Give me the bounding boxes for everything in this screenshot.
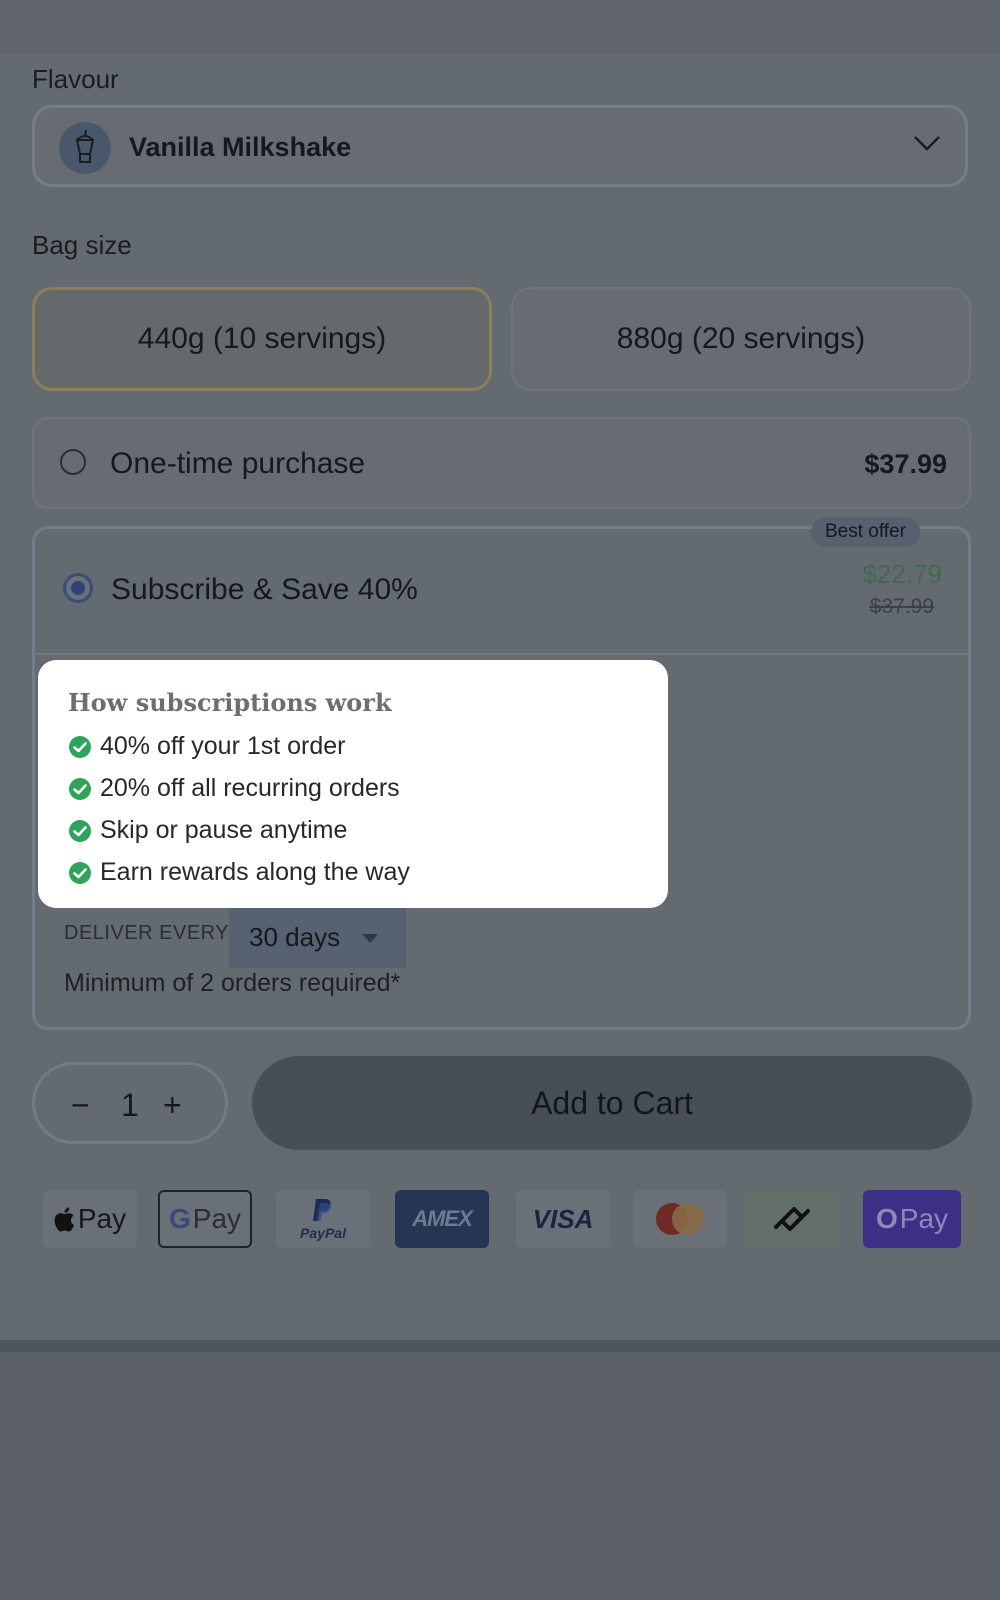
apple-pay-logo: Pay bbox=[43, 1190, 137, 1248]
add-to-cart-button[interactable]: Add to Cart bbox=[252, 1056, 972, 1150]
google-pay-label: Pay bbox=[192, 1203, 242, 1234]
subscribe-title: Subscribe & Save 40% bbox=[111, 573, 418, 606]
google-pay-logo: G Pay bbox=[158, 1190, 252, 1248]
popover-heading: How subscriptions work bbox=[68, 688, 392, 717]
one-time-price: $37.99 bbox=[864, 449, 947, 479]
mastercard-logo bbox=[633, 1190, 727, 1248]
shop-pay-logo: O Pay bbox=[863, 1190, 961, 1248]
amex-logo: AMEX bbox=[395, 1190, 489, 1248]
one-time-title: One-time purchase bbox=[110, 447, 366, 480]
apple-icon bbox=[54, 1207, 74, 1232]
benefit-item: Earn rewards along the way bbox=[68, 858, 410, 887]
apple-pay-label: Pay bbox=[77, 1203, 127, 1234]
benefit-text: 20% off all recurring orders bbox=[100, 774, 400, 802]
afterpay-logo bbox=[745, 1190, 839, 1248]
subscribe-original-price: $37.99 bbox=[869, 595, 934, 618]
top-bar bbox=[0, 0, 1000, 55]
visa-logo: VISA bbox=[516, 1190, 610, 1248]
increase-quantity-button[interactable]: + bbox=[163, 1087, 182, 1124]
flavour-select[interactable]: Vanilla Milkshake bbox=[32, 105, 968, 187]
shop-pay-o-icon: O bbox=[875, 1203, 898, 1234]
best-offer-badge: Best offer bbox=[811, 517, 920, 547]
benefit-item: 40% off your 1st order bbox=[68, 732, 346, 761]
afterpay-arrows-icon bbox=[774, 1207, 810, 1231]
bag-size-label: Bag size bbox=[32, 230, 132, 260]
benefit-item: Skip or pause anytime bbox=[68, 816, 347, 845]
subscribe-radio[interactable] bbox=[63, 573, 93, 603]
check-circle-icon bbox=[69, 735, 91, 758]
google-g-icon: G bbox=[168, 1203, 191, 1234]
deliver-every-label: DELIVER EVERY bbox=[64, 922, 230, 944]
quantity-stepper[interactable]: − 1 + bbox=[32, 1062, 228, 1144]
bag-size-880g-option[interactable]: 880g (20 servings) bbox=[511, 287, 971, 391]
benefit-text: 40% off your 1st order bbox=[100, 732, 346, 760]
one-time-purchase-option[interactable]: One-time purchase $37.99 bbox=[32, 417, 971, 509]
subscribe-price: $22.79 bbox=[862, 559, 942, 589]
bag-size-440g-option[interactable]: 440g (10 servings) bbox=[32, 287, 492, 391]
quantity-value: 1 bbox=[121, 1087, 139, 1123]
amex-label: AMEX bbox=[412, 1206, 473, 1231]
flavour-label: Flavour bbox=[32, 64, 119, 94]
panel-bottom-edge bbox=[0, 1340, 1000, 1352]
decrease-quantity-button[interactable]: − bbox=[71, 1087, 90, 1124]
paypal-logo: PayPal bbox=[276, 1190, 370, 1248]
delivery-frequency-select[interactable]: 30 days bbox=[229, 902, 406, 968]
benefit-item: 20% off all recurring orders bbox=[68, 774, 400, 803]
mastercard-circles-icon bbox=[656, 1203, 704, 1235]
caret-down-icon bbox=[362, 934, 378, 943]
subscribe-divider bbox=[35, 653, 968, 655]
one-time-radio[interactable] bbox=[60, 449, 86, 475]
visa-label: VISA bbox=[532, 1203, 594, 1234]
delivery-frequency-value: 30 days bbox=[249, 922, 341, 952]
check-circle-icon bbox=[69, 861, 91, 884]
check-circle-icon bbox=[69, 819, 91, 842]
chevron-down-icon bbox=[913, 134, 941, 157]
milkshake-icon bbox=[59, 122, 111, 174]
minimum-orders-note: Minimum of 2 orders required* bbox=[64, 969, 401, 997]
benefit-text: Earn rewards along the way bbox=[100, 858, 410, 886]
paypal-label: PayPal bbox=[300, 1225, 346, 1241]
shop-pay-label: Pay bbox=[899, 1203, 949, 1234]
check-circle-icon bbox=[69, 777, 91, 800]
subscription-info-popover: How subscriptions work 40% off your 1st … bbox=[38, 660, 668, 908]
flavour-value: Vanilla Milkshake bbox=[129, 132, 352, 162]
benefit-text: Skip or pause anytime bbox=[100, 816, 348, 844]
paypal-p-icon bbox=[313, 1199, 331, 1221]
